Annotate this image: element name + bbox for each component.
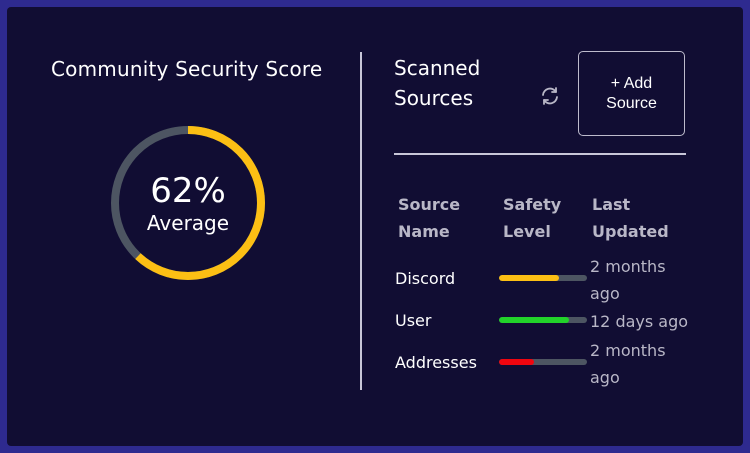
column-header-last-updated: Last Updated [592, 191, 669, 245]
row-last-updated: 2 months ago [590, 253, 666, 307]
add-source-label-line2: Source [606, 94, 657, 112]
score-percent: 62% [150, 171, 226, 211]
column-header-line: Name [398, 222, 450, 241]
column-header-safety-level: Safety Level [503, 191, 561, 245]
safety-level-bar [499, 359, 587, 365]
row-last-updated: 12 days ago [590, 308, 688, 335]
row-last-updated: 2 months ago [590, 337, 666, 391]
refresh-icon[interactable] [538, 84, 562, 108]
row-last-updated-line: ago [590, 368, 620, 387]
score-gauge: 62% Average [108, 123, 268, 283]
column-header-source-name: Source Name [398, 191, 460, 245]
column-header-line: Safety [503, 195, 562, 214]
add-source-button[interactable]: + Add Source [578, 51, 685, 136]
row-source-name: Addresses [395, 353, 477, 372]
column-header-line: Level [503, 222, 551, 241]
score-title: Community Security Score [51, 57, 323, 81]
safety-level-fill [499, 275, 559, 281]
score-label: Average [146, 211, 230, 235]
safety-level-fill [499, 359, 535, 365]
add-source-label-line1: + Add [610, 74, 653, 92]
row-last-updated-line: ago [590, 284, 620, 303]
vertical-divider [360, 52, 362, 390]
column-header-line: Source [398, 195, 461, 214]
sources-title-line1: Scanned [394, 56, 481, 80]
column-header-line: Last [592, 195, 631, 214]
sources-title: Scanned Sources [394, 53, 480, 113]
safety-level-bar [499, 317, 587, 323]
safety-level-bar [499, 275, 587, 281]
sources-title-line2: Sources [394, 86, 474, 110]
row-source-name: Discord [395, 269, 456, 288]
row-last-updated-line: 12 days ago [590, 312, 689, 331]
row-last-updated-line: 2 months [590, 257, 666, 276]
column-header-line: Updated [592, 222, 669, 241]
gauge-text: 62% Average [108, 123, 268, 283]
row-source-name: User [395, 311, 432, 330]
row-last-updated-line: 2 months [590, 341, 666, 360]
horizontal-divider [394, 153, 686, 155]
safety-level-fill [499, 317, 570, 323]
